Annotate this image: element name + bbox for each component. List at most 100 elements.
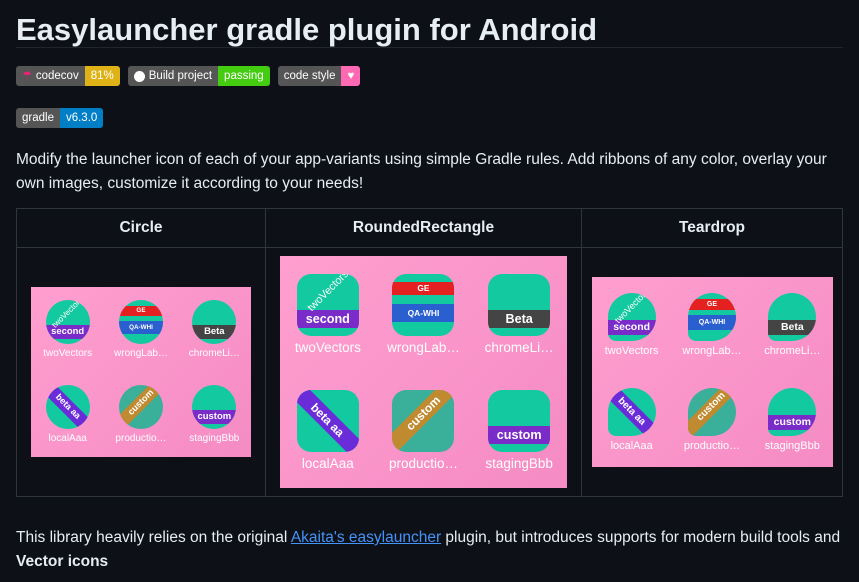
- badge-row-2: gradle v6.3.0: [16, 108, 843, 130]
- icon-label: stagingBbb: [764, 439, 820, 452]
- vector-icons-text: Vector icons: [16, 553, 109, 570]
- android-launcher-icon: Beta: [768, 292, 817, 341]
- launcher-icon-item: Beta chromeLi…: [752, 277, 832, 372]
- launcher-icon-item: GE QA-WHI wrongLab…: [376, 256, 472, 372]
- page-title: Easylauncher gradle plugin for Android: [16, 0, 843, 48]
- heart-icon: ♥: [341, 66, 361, 86]
- readme-content: Easylauncher gradle plugin for Android ☂…: [0, 0, 859, 497]
- gradle-version: v6.3.0: [59, 108, 104, 128]
- cell-rounded: second twoVectors twoVectors GE QA-WHI wrongL…: [265, 247, 582, 497]
- description: Modify the launcher icon of each of your…: [16, 151, 827, 192]
- launcher-icon-item: second twoVectors twoVectors: [31, 287, 104, 372]
- icon-label: productio…: [115, 433, 167, 444]
- icon-label: localAaa: [301, 455, 354, 471]
- icon-ribbon: custom: [488, 426, 551, 445]
- diagonal-ribbon: beta aa: [296, 389, 359, 452]
- badge-row: ☂ codecov 81% Build project passing code …: [16, 66, 843, 88]
- circle-preview-image: second twoVectors twoVectors GE QA-WHI wrongL…: [31, 287, 251, 457]
- diagonal-ribbon: custom: [687, 387, 736, 436]
- header-teardrop: Teardrop: [581, 208, 843, 248]
- icon-table: Circle RoundedRectangle Teardrop second t…: [16, 208, 843, 497]
- footer-text: This library heavily relies on the origi…: [16, 529, 841, 570]
- launcher-icon-item: custom stagingBbb: [178, 372, 251, 457]
- launcher-icon-item: custom stagingBbb: [471, 372, 567, 488]
- icon-label: stagingBbb: [189, 433, 240, 444]
- icon-ribbon: Beta: [768, 319, 817, 335]
- android-launcher-icon: beta aa: [607, 387, 656, 436]
- launcher-icon-item: GE QA-WHI wrongLab…: [104, 287, 177, 372]
- icon-label: twoVectors: [604, 344, 659, 357]
- header-rounded: RoundedRectangle: [265, 208, 582, 248]
- android-launcher-icon: custom: [118, 385, 163, 429]
- icon-ribbon: custom: [192, 410, 237, 424]
- icon-label: stagingBbb: [485, 455, 553, 471]
- icon-top-ribbon: GE: [392, 282, 455, 296]
- github-icon: [133, 70, 145, 82]
- icon-ribbon: QA-WHI: [687, 314, 736, 330]
- icon-label: wrongLab…: [682, 344, 742, 357]
- launcher-icon-item: Beta chromeLi…: [471, 256, 567, 372]
- icon-top-ribbon: GE: [687, 299, 736, 311]
- android-launcher-icon: second twoVectors: [607, 292, 656, 341]
- launcher-icon-item: second twoVectors twoVectors: [280, 256, 376, 372]
- diagonal-ribbon: custom: [392, 389, 455, 451]
- android-launcher-icon: custom: [687, 387, 736, 436]
- icon-grid: second twoVectors twoVectors GE QA-WHI wrongL…: [280, 256, 567, 488]
- cell-teardrop: second twoVectors twoVectors GE QA-WHI wrongL…: [581, 247, 843, 497]
- android-launcher-icon: Beta: [192, 300, 237, 344]
- diagonal-ribbon: beta aa: [607, 387, 656, 436]
- launcher-icon-item: Beta chromeLi…: [178, 287, 251, 372]
- icon-label: wrongLab…: [387, 339, 460, 355]
- launcher-icon-item: GE QA-WHI wrongLab…: [672, 277, 752, 372]
- icon-ribbon: QA-WHI: [118, 320, 163, 335]
- android-launcher-icon: Beta: [488, 273, 551, 336]
- gradle-badge[interactable]: gradle v6.3.0: [16, 108, 104, 128]
- icon-grid: second twoVectors twoVectors GE QA-WHI wrongL…: [31, 287, 251, 457]
- akaita-link[interactable]: Akaita's easylauncher: [291, 529, 441, 546]
- icon-label: twoVectors: [294, 339, 361, 355]
- icon-label: chromeLi…: [188, 348, 240, 359]
- teardrop-preview-image: second twoVectors twoVectors GE QA-WHI wrongL…: [591, 277, 833, 467]
- icon-ribbon: Beta: [192, 325, 237, 339]
- icon-grid: second twoVectors twoVectors GE QA-WHI wrongL…: [592, 277, 833, 467]
- android-launcher-icon: beta aa: [45, 385, 90, 429]
- icon-top-ribbon: GE: [118, 306, 163, 317]
- launcher-icon-item: custom productio…: [672, 372, 752, 467]
- android-launcher-icon: GE QA-WHI: [118, 300, 163, 344]
- android-launcher-icon: custom: [392, 389, 455, 452]
- launcher-icon-item: beta aa localAaa: [31, 372, 104, 457]
- android-launcher-icon: GE QA-WHI: [687, 292, 736, 341]
- cell-circle: second twoVectors twoVectors GE QA-WHI wrongL…: [16, 247, 266, 497]
- launcher-icon-item: custom productio…: [376, 372, 472, 488]
- android-launcher-icon: GE QA-WHI: [392, 273, 455, 336]
- icon-label: chromeLi…: [484, 339, 554, 355]
- diagonal-ribbon: custom: [118, 385, 163, 429]
- icon-ribbon: QA-WHI: [392, 303, 455, 322]
- icon-label: localAaa: [48, 433, 87, 444]
- android-launcher-icon: custom: [488, 389, 551, 452]
- android-launcher-icon: second twoVectors: [296, 273, 359, 336]
- launcher-icon-item: custom stagingBbb: [752, 372, 832, 467]
- icon-label: productio…: [388, 455, 459, 471]
- launcher-icon-item: custom productio…: [104, 372, 177, 457]
- android-launcher-icon: second twoVectors: [45, 300, 90, 344]
- icon-label: productio…: [683, 439, 741, 452]
- build-badge[interactable]: Build project passing: [127, 66, 270, 86]
- icon-ribbon: Beta: [488, 310, 551, 329]
- icon-label: twoVectors: [43, 348, 93, 359]
- build-status: passing: [218, 66, 270, 86]
- android-launcher-icon: custom: [192, 385, 237, 429]
- diagonal-ribbon: beta aa: [45, 385, 90, 429]
- header-circle: Circle: [16, 208, 266, 248]
- code-style-badge[interactable]: code style ♥: [277, 66, 361, 86]
- android-launcher-icon: custom: [768, 387, 817, 436]
- umbrella-icon: ☂: [22, 70, 32, 82]
- rounded-preview-image: second twoVectors twoVectors GE QA-WHI wrongL…: [280, 256, 567, 488]
- icon-label: chromeLi…: [764, 344, 821, 357]
- codecov-badge[interactable]: ☂ codecov 81%: [16, 66, 120, 86]
- launcher-icon-item: beta aa localAaa: [592, 372, 672, 467]
- icon-label: localAaa: [610, 439, 653, 452]
- codecov-value: 81%: [84, 66, 120, 86]
- icon-label: wrongLab…: [114, 348, 168, 359]
- launcher-icon-item: beta aa localAaa: [280, 372, 376, 488]
